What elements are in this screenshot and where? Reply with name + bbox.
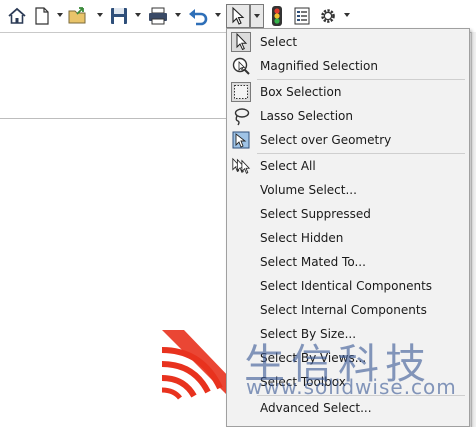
home-button[interactable] [6,4,28,28]
menu-item-label: Select Suppressed [260,207,371,221]
select-button[interactable] [226,4,250,28]
menu-item-select-hidden[interactable]: Select Hidden [228,226,468,250]
menu-item-label: Select Mated To... [260,255,366,269]
menu-item-label: Magnified Selection [260,59,378,73]
menu-item-select[interactable]: Select [228,30,468,54]
open-dropdown-arrow[interactable] [96,11,103,19]
undo-icon [187,6,209,26]
home-icon [7,6,27,26]
menu-item-select-over-geometry[interactable]: Select over Geometry [228,128,468,152]
menu-item-select-identical-components[interactable]: Select Identical Components [228,274,468,298]
menu-item-label: Select Identical Components [260,279,433,293]
menu-item-box-selection[interactable]: Box Selection [228,80,468,104]
menu-item-advanced-select[interactable]: Advanced Select... [228,396,468,420]
magnifier-select-icon [231,56,251,76]
save-dropdown-arrow[interactable] [134,11,141,19]
menu-item-label: Advanced Select... [260,401,372,415]
menu-item-label: Select All [260,159,316,173]
options-dropdown-arrow[interactable] [343,11,350,19]
select-over-geometry-icon [231,130,251,150]
menu-item-label: Select over Geometry [260,133,392,147]
menu-item-lasso-selection[interactable]: Lasso Selection [228,104,468,128]
undo-dropdown-arrow[interactable] [214,11,221,19]
save-icon [109,6,129,26]
window-edge [471,32,476,427]
menu-item-label: Volume Select... [260,183,357,197]
new-dropdown-arrow[interactable] [56,11,63,19]
file-properties-button[interactable] [292,4,312,28]
menu-item-magnified-selection[interactable]: Magnified Selection [228,54,468,78]
options-gear-icon [319,7,337,25]
menu-item-select-internal-components[interactable]: Select Internal Components [228,298,468,322]
menu-item-select-mated-to[interactable]: Select Mated To... [228,250,468,274]
menu-item-select-all[interactable]: Select All [228,154,468,178]
open-folder-icon [67,6,91,26]
watermark-url-text: www.solidwise.com [246,375,457,399]
file-properties-icon [293,6,311,26]
menu-item-volume-select[interactable]: Volume Select... [228,178,468,202]
print-button[interactable] [146,4,170,28]
lasso-icon [231,106,251,126]
save-button[interactable] [108,4,130,28]
traffic-light-icon [271,5,283,27]
open-button[interactable] [66,4,92,28]
box-selection-icon [231,82,251,102]
panel-divider [0,118,228,119]
menu-item-label: Select [260,35,298,49]
menu-item-select-suppressed[interactable]: Select Suppressed [228,202,468,226]
select-all-icon [231,156,251,176]
menu-item-label: Select Hidden [260,231,344,245]
menu-item-label: Lasso Selection [260,109,353,123]
print-dropdown-arrow[interactable] [174,11,181,19]
print-icon [147,6,169,26]
select-arrow-icon [231,32,251,52]
menu-item-label: Box Selection [260,85,342,99]
select-dropdown-arrow[interactable] [250,4,264,28]
select-arrow-icon [230,6,246,26]
new-document-icon [33,6,51,26]
options-button[interactable] [318,4,338,28]
rebuild-button[interactable] [268,4,286,28]
menu-item-label: Select Internal Components [260,303,427,317]
undo-button[interactable] [186,4,210,28]
new-document-button[interactable] [32,4,52,28]
